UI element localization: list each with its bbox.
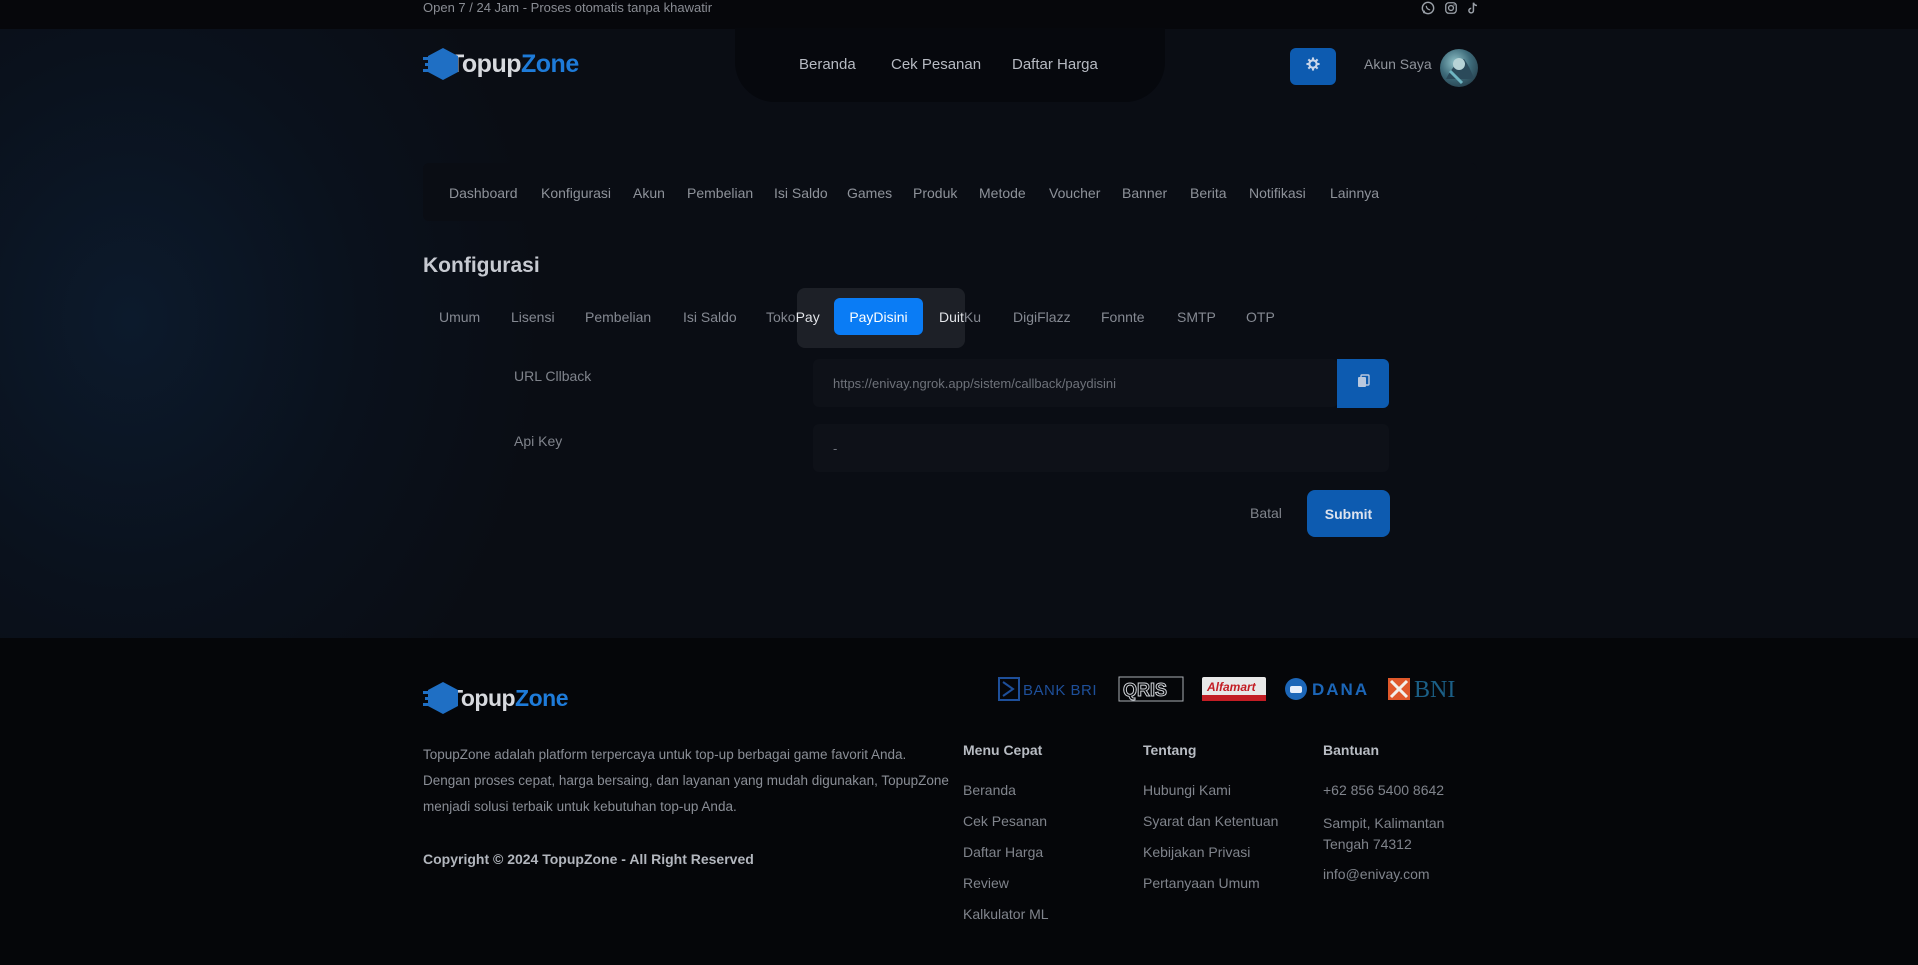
footer-link-pertanyaan-umum[interactable]: Pertanyaan Umum [1143, 875, 1260, 891]
logo-text: TopupZone [449, 49, 579, 78]
admin-menu-dashboard[interactable]: Dashboard [449, 185, 518, 201]
footer-link-beranda[interactable]: Beranda [963, 782, 1016, 798]
logo-mark-icon [423, 680, 463, 716]
tab-fonnte[interactable]: Fonnte [1101, 309, 1145, 325]
nav-daftar-harga[interactable]: Daftar Harga [1012, 56, 1098, 73]
apikey-field[interactable]: - [813, 424, 1389, 472]
admin-menu-notifikasi[interactable]: Notifikasi [1249, 185, 1306, 201]
footer-description: TopupZone adalah platform terpercaya unt… [423, 747, 949, 814]
tab-duitku[interactable]: DuitKu [939, 309, 981, 325]
svg-text:BANK BRI: BANK BRI [1023, 682, 1097, 699]
alfamart-logo: Alfamart [1202, 676, 1266, 702]
tab-umum[interactable]: Umum [439, 309, 480, 325]
support-email[interactable]: info@enivay.com [1323, 866, 1430, 882]
admin-menu-berita[interactable]: Berita [1190, 185, 1227, 201]
footer-background [0, 638, 1918, 965]
dana-logo: DANA [1284, 676, 1370, 702]
support-phone[interactable]: +62 856 5400 8642 [1323, 782, 1444, 798]
admin-menu-produk[interactable]: Produk [913, 185, 957, 201]
tab-digiflazz[interactable]: DigiFlazz [1013, 309, 1071, 325]
copyright: Copyright © 2024 TopupZone - All Right R… [423, 851, 754, 867]
page-title: Konfigurasi [423, 254, 540, 277]
tiktok-icon[interactable] [1466, 1, 1480, 15]
admin-menu-lainnya[interactable]: Lainnya [1330, 185, 1379, 201]
bantuan-title: Bantuan [1323, 742, 1379, 758]
gear-icon [1306, 57, 1320, 76]
tab-pembelian[interactable]: Pembelian [585, 309, 651, 325]
support-address: Sampit, Kalimantan Tengah 74312 [1323, 815, 1445, 852]
admin-menu-voucher[interactable]: Voucher [1049, 185, 1100, 201]
tab-lisensi[interactable]: Lisensi [511, 309, 555, 325]
bni-logo: BNI [1387, 676, 1473, 702]
tab-isi-saldo[interactable]: Isi Saldo [683, 309, 737, 325]
logo-mark-icon [423, 46, 463, 82]
avatar[interactable] [1440, 49, 1478, 87]
admin-menu-pembelian[interactable]: Pembelian [687, 185, 753, 201]
admin-menu-konfigurasi[interactable]: Konfigurasi [541, 185, 611, 201]
bank-bri-logo: BANK BRI [998, 676, 1102, 702]
svg-text:Alfamart: Alfamart [1206, 680, 1257, 694]
copy-icon [1357, 374, 1370, 393]
submit-button[interactable]: Submit [1307, 490, 1390, 537]
svg-text:BNI: BNI [1414, 677, 1455, 702]
tentang-title: Tentang [1143, 742, 1197, 758]
account-label[interactable]: Akun Saya [1364, 56, 1432, 72]
tab-smtp[interactable]: SMTP [1177, 309, 1216, 325]
admin-menu-banner[interactable]: Banner [1122, 185, 1167, 201]
top-bar [0, 0, 1918, 29]
admin-menu-isi-saldo[interactable]: Isi Saldo [774, 185, 828, 201]
menu-cepat-title: Menu Cepat [963, 742, 1043, 758]
logo-text: TopupZone [449, 684, 568, 711]
callback-label: URL Cllback [514, 368, 592, 384]
footer-link-kalkulator-ml[interactable]: Kalkulator ML [963, 906, 1049, 922]
callback-url-field[interactable]: https://enivay.ngrok.app/sistem/callback… [813, 359, 1338, 407]
footer-link-cek-pesanan[interactable]: Cek Pesanan [963, 813, 1047, 829]
svg-text:DANA: DANA [1312, 680, 1369, 699]
footer-link-daftar-harga[interactable]: Daftar Harga [963, 844, 1043, 860]
admin-menu-akun[interactable]: Akun [633, 185, 665, 201]
whatsapp-icon[interactable] [1421, 1, 1435, 15]
copy-button[interactable] [1337, 359, 1389, 408]
footer-logo[interactable]: TopupZone [423, 680, 568, 716]
settings-button[interactable] [1290, 48, 1336, 85]
tab-paydisini[interactable]: PayDisini [834, 298, 923, 335]
instagram-icon[interactable] [1444, 1, 1458, 15]
tagline: Open 7 / 24 Jam - Proses otomatis tanpa … [423, 0, 713, 15]
admin-menu-metode[interactable]: Metode [979, 185, 1026, 201]
footer-link-review[interactable]: Review [963, 875, 1009, 891]
qris-logo: QRIS [1118, 676, 1184, 702]
admin-menu-games[interactable]: Games [847, 185, 892, 201]
nav-beranda[interactable]: Beranda [799, 56, 856, 73]
cancel-button[interactable]: Batal [1250, 505, 1282, 521]
nav-cek-pesanan[interactable]: Cek Pesanan [891, 56, 981, 73]
svg-text:QRIS: QRIS [1123, 680, 1167, 700]
tab-tokopay[interactable]: TokoPay [766, 309, 820, 325]
footer-link-syarat[interactable]: Syarat dan Ketentuan [1143, 813, 1278, 829]
brand-logo[interactable]: TopupZone [423, 46, 579, 82]
apikey-label: Api Key [514, 433, 563, 449]
footer-link-hubungi-kami[interactable]: Hubungi Kami [1143, 782, 1231, 798]
tab-otp[interactable]: OTP [1246, 309, 1275, 325]
footer-link-kebijakan-privasi[interactable]: Kebijakan Privasi [1143, 844, 1250, 860]
